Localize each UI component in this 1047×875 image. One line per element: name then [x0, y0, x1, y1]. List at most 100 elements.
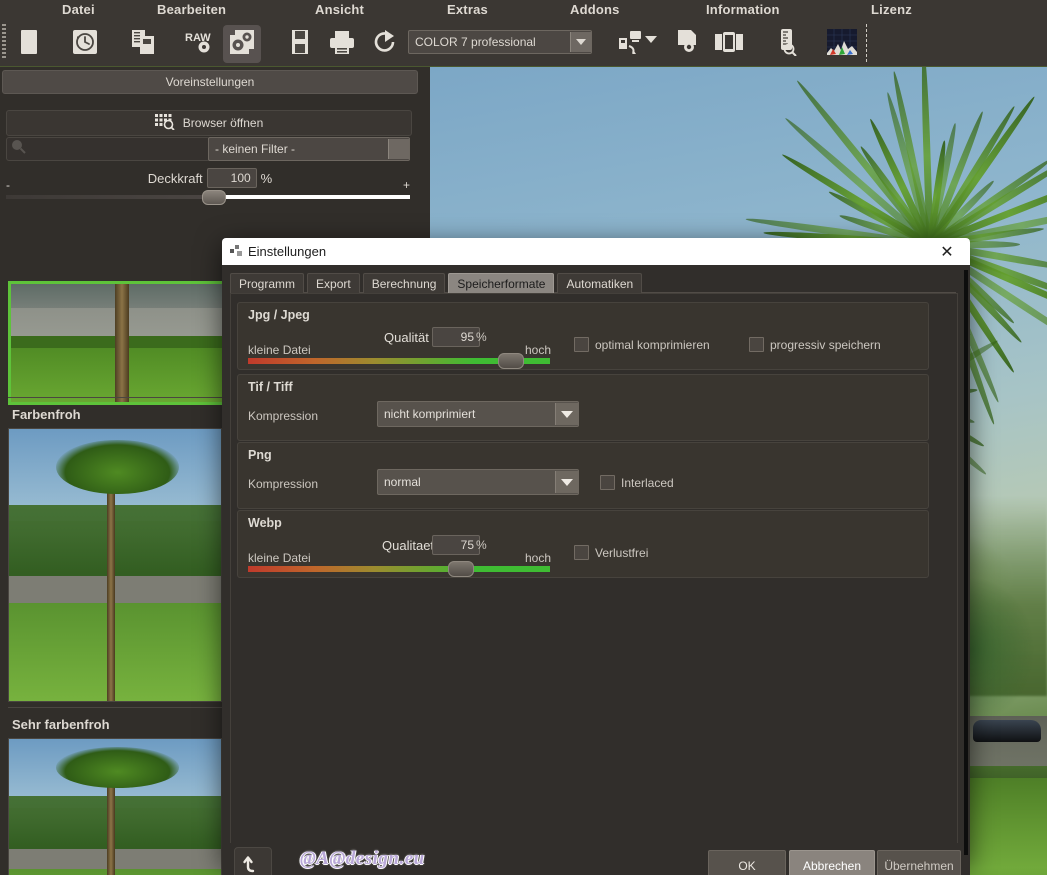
- tab-speicherformate[interactable]: Speicherformate: [448, 273, 555, 293]
- opacity-plus-label: +: [402, 178, 410, 192]
- save-icon: [289, 29, 311, 60]
- histogram-icon: [827, 28, 857, 60]
- open-browser-button[interactable]: Browser öffnen: [6, 110, 412, 136]
- raw-icon[interactable]: RAW: [180, 25, 218, 63]
- chevron-down-icon[interactable]: [555, 471, 578, 493]
- share-icon[interactable]: [366, 25, 404, 63]
- color-profile-combo[interactable]: COLOR 7 professional: [408, 30, 592, 54]
- checkbox-verlustfrei[interactable]: Verlustfrei: [574, 545, 648, 560]
- checkbox-optimal-komprimieren[interactable]: optimal komprimieren: [574, 337, 710, 352]
- dialog-title-bar[interactable]: Einstellungen ✕: [222, 238, 970, 265]
- menu-item-bearbeiten[interactable]: Bearbeiten: [157, 2, 226, 17]
- menu-item-addons[interactable]: Addons: [570, 2, 620, 17]
- webp-quality-slider[interactable]: [248, 561, 550, 577]
- measure-icon: [776, 28, 798, 61]
- checkbox-progressiv-speichern[interactable]: progressiv speichern: [749, 337, 881, 352]
- menu-item-extras[interactable]: Extras: [447, 2, 488, 17]
- preset-thumbnail-selected[interactable]: [8, 281, 230, 405]
- group-tif: Tif / Tiff Kompression nicht komprimiert: [237, 374, 929, 441]
- group-webp-title: Webp: [248, 516, 282, 530]
- group-webp: Webp kleine Datei Qualitaet 75 % hoch Ve…: [237, 510, 929, 578]
- menu-item-lizenz[interactable]: Lizenz: [871, 2, 912, 17]
- raw-icon: RAW: [185, 29, 213, 60]
- tab-programm[interactable]: Programm: [230, 273, 305, 293]
- open-browser-label: Browser öffnen: [182, 116, 264, 130]
- history-icon[interactable]: [66, 25, 104, 63]
- webp-slider-track: [248, 566, 550, 572]
- measure-icon[interactable]: [768, 25, 806, 63]
- group-png-title: Png: [248, 448, 272, 462]
- opacity-value-field[interactable]: 100: [206, 168, 257, 188]
- print-icon[interactable]: [323, 25, 361, 63]
- checkbox-interlaced[interactable]: Interlaced: [600, 475, 674, 490]
- browser-grid-icon: [154, 113, 175, 133]
- panorama-icon[interactable]: [710, 25, 748, 63]
- chevron-down-icon[interactable]: [570, 32, 591, 52]
- opacity-slider-knob[interactable]: [202, 190, 226, 205]
- send-dropdown-caret-icon[interactable]: [645, 36, 657, 43]
- group-png: Png Kompression normal Interlaced: [237, 442, 929, 509]
- share-icon: [371, 28, 399, 61]
- webp-quality-field[interactable]: 75: [432, 535, 480, 555]
- menu-item-information[interactable]: Information: [706, 2, 780, 17]
- new-document-icon: [18, 29, 40, 60]
- png-compression-value: normal: [384, 475, 421, 489]
- presets-header-button[interactable]: Voreinstellungen: [2, 70, 418, 94]
- png-compression-combo[interactable]: normal: [377, 469, 579, 495]
- opacity-slider[interactable]: - +: [6, 178, 410, 205]
- ok-button-label: OK: [738, 859, 756, 873]
- tif-compression-value: nicht komprimiert: [384, 407, 476, 421]
- jpg-quality-slider[interactable]: [248, 353, 550, 369]
- tab-export[interactable]: Export: [307, 273, 360, 293]
- preset-filter-combo[interactable]: - keinen Filter -: [208, 137, 410, 161]
- chevron-down-icon[interactable]: [555, 403, 578, 425]
- save-icon[interactable]: [281, 25, 319, 63]
- settings-icon[interactable]: [223, 25, 261, 63]
- svg-text:RAW: RAW: [185, 32, 211, 44]
- checkbox-label: Verlustfrei: [595, 545, 649, 560]
- cancel-button[interactable]: Abbrechen: [789, 850, 875, 875]
- preset-thumbnail-image: [11, 284, 227, 402]
- dialog-panel: Jpg / Jpeg kleine Datei Qualität 95 % ho…: [230, 293, 958, 845]
- preview-car: [973, 720, 1041, 742]
- crop-icon[interactable]: [668, 25, 706, 63]
- application-window: Datei Bearbeiten Ansicht Extras Addons Inform…: [0, 0, 1047, 875]
- apply-button[interactable]: Übernehmen: [877, 850, 961, 875]
- history-icon: [72, 29, 98, 60]
- toolbar-grip[interactable]: [2, 24, 6, 60]
- batch-icon[interactable]: [124, 25, 162, 63]
- checkbox-label: progressiv speichern: [770, 337, 881, 352]
- jpg-quality-field[interactable]: 95: [432, 327, 480, 347]
- jpg-quality-label: Qualität: [384, 330, 429, 345]
- chevron-down-icon[interactable]: [388, 139, 409, 159]
- send-icon[interactable]: [611, 25, 649, 63]
- jpg-slider-knob[interactable]: [498, 353, 524, 369]
- opacity-row: Deckkraft 100 %: [0, 166, 420, 190]
- tab-automatiken[interactable]: Automatiken: [557, 273, 643, 293]
- checkbox-box[interactable]: [749, 337, 764, 352]
- webp-slider-knob[interactable]: [448, 561, 474, 577]
- preset-thumbnail[interactable]: [8, 738, 222, 875]
- undo-button[interactable]: [234, 847, 272, 875]
- preset-group-label-0: Farbenfroh: [12, 407, 81, 422]
- presets-header-label: Voreinstellungen: [165, 75, 255, 89]
- checkbox-box[interactable]: [600, 475, 615, 490]
- preset-search-input[interactable]: [6, 137, 210, 161]
- checkbox-box[interactable]: [574, 545, 589, 560]
- preset-thumbnail[interactable]: [8, 428, 222, 702]
- tab-berechnung[interactable]: Berechnung: [362, 273, 446, 293]
- tif-compression-combo[interactable]: nicht komprimiert: [377, 401, 579, 427]
- new-document-icon[interactable]: [10, 25, 48, 63]
- jpg-quality-unit: %: [476, 330, 487, 344]
- menu-item-ansicht[interactable]: Ansicht: [315, 2, 364, 17]
- close-icon[interactable]: ✕: [924, 238, 970, 265]
- opacity-label: Deckkraft: [147, 170, 203, 186]
- menu-bar: Datei Bearbeiten Ansicht Extras Addons Inform…: [0, 0, 1047, 22]
- dialog-body: Programm Export Berechnung Speicherformate A…: [222, 265, 970, 875]
- histogram-icon[interactable]: [823, 25, 861, 63]
- checkbox-box[interactable]: [574, 337, 589, 352]
- ok-button[interactable]: OK: [708, 850, 786, 875]
- menu-item-datei[interactable]: Datei: [62, 2, 95, 17]
- send-icon: [617, 29, 643, 60]
- settings-dialog: Einstellungen ✕ Programm Export Berechnung…: [222, 238, 970, 875]
